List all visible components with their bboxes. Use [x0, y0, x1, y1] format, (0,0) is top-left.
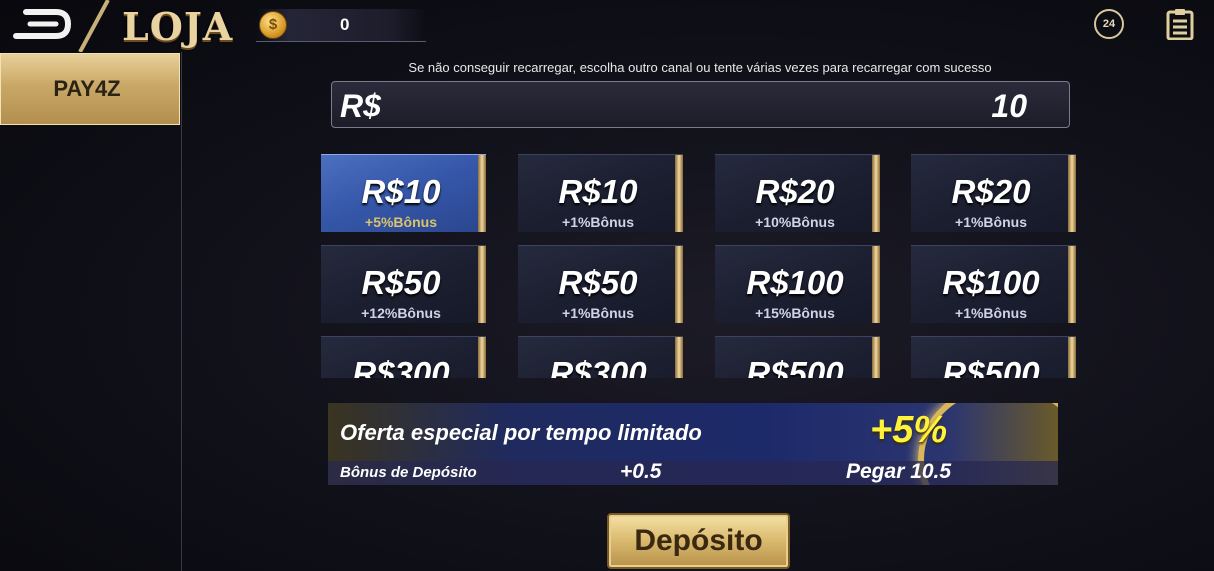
amount-option[interactable]: R$100 +15%Bônus	[715, 245, 880, 323]
option-bonus: +12%Bônus	[361, 305, 441, 321]
option-amount: R$50	[361, 264, 441, 301]
option-bonus: +1%Bônus	[955, 305, 1027, 321]
option-amount: R$100	[942, 264, 1040, 301]
option-amount: R$500	[942, 355, 1040, 378]
back-button[interactable]	[12, 4, 72, 44]
option-amount: R$100	[746, 264, 844, 301]
amount-option[interactable]: R$50 +1%Bônus	[518, 245, 683, 323]
page-title: LOJA	[122, 4, 234, 49]
currency-label: R$	[340, 88, 381, 124]
amount-option[interactable]: R$10 +1%Bônus	[518, 154, 683, 232]
deposit-bonus-value: +0.5	[620, 460, 662, 483]
balance-value: 0	[340, 15, 350, 34]
deposit-bonus-label: Bônus de Depósito	[340, 464, 477, 481]
amount-option[interactable]: R$300	[518, 336, 683, 378]
option-bonus: +1%Bônus	[562, 214, 634, 230]
option-bonus: +1%Bônus	[562, 305, 634, 321]
option-amount: R$500	[746, 355, 844, 378]
amount-option[interactable]: R$10 +5%Bônus	[321, 154, 486, 232]
option-amount: R$20	[755, 173, 835, 210]
amount-option[interactable]: R$50 +12%Bônus	[321, 245, 486, 323]
special-offer-banner: Oferta especial por tempo limitado +5% B…	[328, 403, 1058, 485]
option-bonus: +10%Bônus	[755, 214, 835, 230]
deposit-label: Depósito	[634, 524, 763, 557]
option-amount: R$20	[951, 173, 1031, 210]
offer-percent: +5%	[870, 409, 948, 451]
option-bonus: +1%Bônus	[955, 214, 1027, 230]
option-bonus: +5%Bônus	[365, 214, 437, 230]
clipboard-icon[interactable]	[1166, 8, 1194, 40]
option-amount: R$50	[558, 264, 638, 301]
amount-options-grid: R$10 +5%Bônus R$10 +1%Bônus R$20 +10%Bôn…	[321, 154, 1081, 378]
back-arrow-icon	[13, 9, 72, 39]
channel-pay4z[interactable]: PAY4Z	[0, 53, 180, 125]
option-amount: R$300	[352, 355, 450, 378]
coin-icon: $	[259, 11, 287, 39]
amount-value: 10	[991, 88, 1027, 124]
amount-option[interactable]: R$500	[911, 336, 1076, 378]
amount-option[interactable]: R$500	[715, 336, 880, 378]
recharge-notice: Se não conseguir recarregar, escolha out…	[408, 60, 992, 75]
amount-option[interactable]: R$20 +1%Bônus	[911, 154, 1076, 232]
option-amount: R$10	[558, 173, 638, 210]
amount-option[interactable]: R$20 +10%Bônus	[715, 154, 880, 232]
deposit-button[interactable]: Depósito	[607, 513, 790, 569]
amount-input[interactable]: R$ 10	[331, 81, 1070, 128]
total-get-text: Pegar 10.5	[846, 460, 952, 483]
option-bonus: +15%Bônus	[755, 305, 835, 321]
option-amount: R$300	[549, 355, 647, 378]
divider-slash-icon	[78, 0, 110, 52]
amount-option[interactable]: R$100 +1%Bônus	[911, 245, 1076, 323]
offer-title: Oferta especial por tempo limitado	[340, 420, 702, 445]
top-bar: LOJA $ 0 24	[0, 0, 1214, 52]
channel-sidebar	[0, 52, 182, 571]
customer-service-icon[interactable]: 24	[1094, 9, 1124, 39]
option-amount: R$10	[361, 173, 441, 210]
amount-option[interactable]: R$300	[321, 336, 486, 378]
channel-label: PAY4Z	[53, 76, 121, 101]
